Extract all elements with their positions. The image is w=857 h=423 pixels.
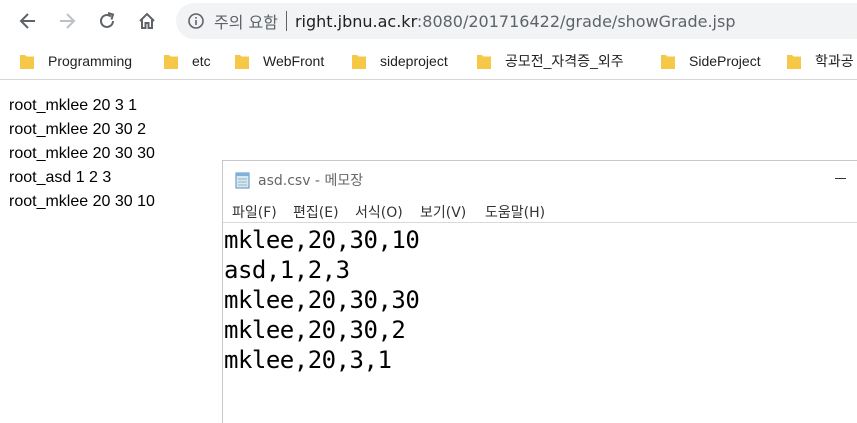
csv-line: mklee,20,3,1 <box>224 346 392 374</box>
grade-line: root_asd 1 2 3 <box>9 169 112 186</box>
url-text[interactable]: right.jbnu.ac.kr:8080/201716422/grade/sh… <box>295 12 736 31</box>
bookmark-label: Programming <box>48 53 133 69</box>
url-host: right.jbnu.ac.kr <box>294 11 417 31</box>
grade-line: root_mklee 20 30 30 <box>9 145 155 162</box>
url-path: :8080/201716422/grade/showGrade.jsp <box>416 11 736 31</box>
bookmark-folder[interactable]: etc <box>164 50 211 72</box>
bookmark-label: 공모전_자격증_외주 <box>505 53 624 69</box>
omnibox-divider <box>285 11 287 31</box>
menu-view[interactable]: 보기(V) <box>420 202 466 222</box>
bookmark-label: WebFront <box>263 53 325 69</box>
bookmark-folder[interactable]: WebFront <box>235 50 324 72</box>
bookmark-folder[interactable]: 학과공 <box>787 50 854 72</box>
folder-icon <box>352 53 368 69</box>
folder-icon <box>661 53 677 69</box>
folder-icon <box>235 53 251 69</box>
folder-icon <box>164 53 180 69</box>
bookmark-label: sideproject <box>380 53 448 69</box>
bookmark-label: SideProject <box>689 53 761 69</box>
csv-line: asd,1,2,3 <box>224 256 350 284</box>
bookmark-label: etc <box>192 53 211 69</box>
notepad-titlebar[interactable]: asd.csv - 메모장 <box>223 161 857 198</box>
csv-line: mklee,20,30,10 <box>224 226 420 254</box>
home-icon <box>139 12 155 29</box>
reload-button[interactable] <box>92 6 122 36</box>
menu-format[interactable]: 서식(O) <box>355 202 403 222</box>
bookmark-folder[interactable]: 공모전_자격증_외주 <box>477 50 624 72</box>
bookmark-folder[interactable]: SideProject <box>661 50 761 72</box>
minimize-icon <box>834 177 846 179</box>
menu-edit[interactable]: 편집(E) <box>293 202 339 222</box>
notepad-title: asd.csv - 메모장 <box>258 173 364 189</box>
arrow-left-icon <box>19 13 35 29</box>
address-bar[interactable]: 주의 요함 right.jbnu.ac.kr:8080/201716422/gr… <box>176 3 857 39</box>
folder-icon <box>20 53 36 69</box>
minimize-button[interactable] <box>828 167 852 189</box>
notepad-text-area[interactable]: mklee,20,30,10 asd,1,2,3 mklee,20,30,30 … <box>223 222 857 423</box>
menu-file[interactable]: 파일(F) <box>232 202 277 222</box>
notepad-icon <box>235 172 250 189</box>
arrow-right-icon <box>60 13 76 29</box>
forward-button[interactable] <box>52 6 82 36</box>
folder-icon <box>477 53 493 69</box>
grade-line: root_mklee 20 30 10 <box>9 193 155 210</box>
reload-icon <box>100 12 115 28</box>
bookmark-folder[interactable]: sideproject <box>352 50 448 72</box>
grade-line: root_mklee 20 30 2 <box>9 121 146 138</box>
folder-icon <box>787 53 803 69</box>
menu-help[interactable]: 도움말(H) <box>485 202 545 222</box>
notepad-menubar: 파일(F) 편집(E) 서식(O) 보기(V) 도움말(H) <box>223 198 857 222</box>
home-button[interactable] <box>132 6 162 36</box>
notepad-window[interactable]: asd.csv - 메모장 파일(F) 편집(E) 서식(O) 보기(V) 도움… <box>222 160 857 423</box>
info-icon[interactable] <box>188 13 204 29</box>
csv-line: mklee,20,30,2 <box>224 316 406 344</box>
bookmark-folder[interactable]: Programming <box>20 50 132 72</box>
browser-toolbar: 주의 요함 right.jbnu.ac.kr:8080/201716422/gr… <box>0 0 857 42</box>
back-button[interactable] <box>13 6 43 36</box>
security-status-label[interactable]: 주의 요함 <box>214 9 278 33</box>
bookmarks-bar: Programming etc WebFront sideproject 공모전… <box>0 42 857 80</box>
bookmark-label: 학과공 <box>815 53 854 69</box>
csv-line: mklee,20,30,30 <box>224 286 420 314</box>
grade-line: root_mklee 20 3 1 <box>9 97 138 114</box>
